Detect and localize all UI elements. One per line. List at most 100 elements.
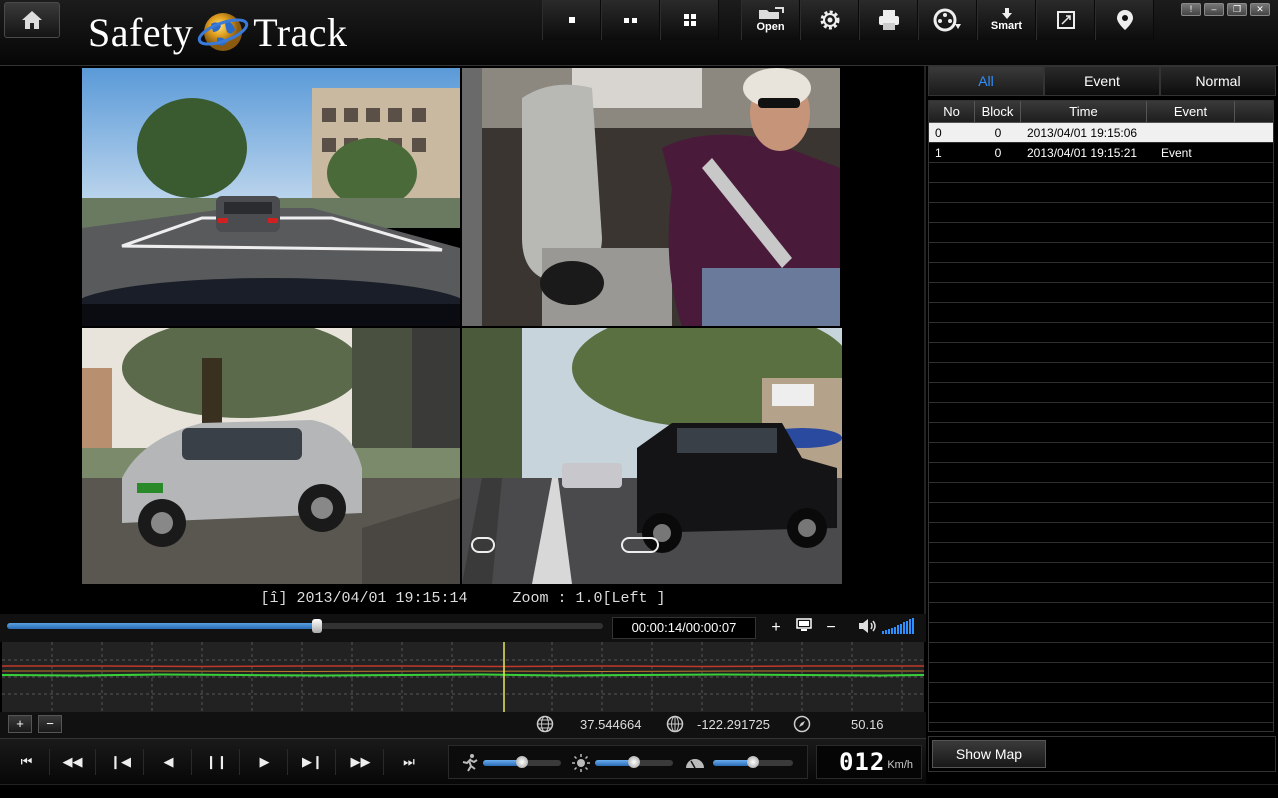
- column-header-extra: [1235, 101, 1273, 122]
- empty-table-row: [929, 543, 1273, 563]
- progress-row: 00:00:14/00:00:07 + −: [0, 614, 926, 642]
- camera-rear-view[interactable]: [462, 328, 842, 584]
- volume-slider-thumb[interactable]: [747, 756, 759, 768]
- brightness-slider[interactable]: [595, 756, 673, 768]
- table-row[interactable]: 0 0 2013/04/01 19:15:06: [929, 123, 1273, 143]
- skip-to-start-button[interactable]: ⏮: [4, 749, 50, 775]
- adjustment-sliders: [448, 745, 808, 779]
- gauge-icon: [686, 759, 704, 769]
- print-button[interactable]: [859, 0, 918, 40]
- column-header-no[interactable]: No: [929, 101, 975, 122]
- status-strip: [0, 784, 1278, 798]
- skip-to-end-button[interactable]: ⏭: [386, 749, 432, 775]
- gear-icon: [820, 10, 839, 30]
- logo-text-right: Track: [253, 9, 348, 55]
- info-button[interactable]: !: [1181, 3, 1201, 16]
- restore-button[interactable]: ❐: [1227, 3, 1247, 16]
- play-button[interactable]: ▶: [242, 749, 288, 775]
- empty-table-row: [929, 223, 1273, 243]
- printer-icon: [878, 10, 899, 30]
- open-button[interactable]: Open: [741, 0, 800, 40]
- pause-icon: ❙❙: [205, 754, 228, 769]
- backup-button[interactable]: [918, 0, 977, 40]
- zoom-out-button[interactable]: −: [822, 618, 840, 638]
- map-location-button[interactable]: [1095, 0, 1154, 40]
- pause-button[interactable]: ❙❙: [194, 749, 240, 775]
- fast-forward-icon: ▶▶: [350, 754, 371, 769]
- layout-4-button[interactable]: [660, 0, 719, 40]
- tab-all[interactable]: All: [928, 66, 1044, 96]
- empty-table-row: [929, 603, 1273, 623]
- longitude-value: -122.291725: [697, 717, 771, 732]
- cell-time: 2013/04/01 19:15:06: [1027, 126, 1138, 140]
- empty-table-row: [929, 403, 1273, 423]
- open-label: Open: [756, 21, 785, 33]
- sensor-graph-plot: [2, 642, 924, 712]
- film-reel-icon: [933, 8, 961, 32]
- column-header-time[interactable]: Time: [1021, 101, 1147, 122]
- tab-event[interactable]: Event: [1044, 66, 1160, 96]
- minimize-icon: –: [1211, 4, 1217, 14]
- zoom-in-button[interactable]: +: [767, 618, 785, 638]
- layout-2-button[interactable]: [601, 0, 660, 40]
- graph-orange-line: [2, 670, 924, 673]
- rewind-icon: ◀◀: [62, 754, 83, 769]
- show-map-button[interactable]: Show Map: [932, 740, 1046, 768]
- sensor-slider-thumb[interactable]: [516, 756, 528, 768]
- empty-table-row: [929, 423, 1273, 443]
- fast-rewind-button[interactable]: ◀◀: [50, 749, 96, 775]
- volume-button[interactable]: [856, 618, 878, 640]
- camera-side-view[interactable]: [82, 328, 460, 584]
- settings-button[interactable]: [800, 0, 859, 40]
- sensor-slider[interactable]: [483, 756, 561, 768]
- empty-table-row: [929, 243, 1273, 263]
- cell-extra: [1235, 123, 1273, 142]
- speaker-icon: [859, 619, 876, 633]
- smart-button[interactable]: Smart: [977, 0, 1036, 40]
- brightness-slider-thumb[interactable]: [628, 756, 640, 768]
- empty-table-row: [929, 303, 1273, 323]
- progress-track[interactable]: [7, 619, 603, 633]
- column-header-block[interactable]: Block: [975, 101, 1021, 122]
- volume-slider[interactable]: [713, 756, 793, 768]
- cell-event: Event: [1161, 146, 1192, 160]
- home-button[interactable]: [4, 2, 60, 38]
- close-button[interactable]: ✕: [1250, 3, 1270, 16]
- play-reverse-button[interactable]: ◀: [146, 749, 192, 775]
- graph-zoom-in-button[interactable]: +: [8, 715, 32, 733]
- table-row[interactable]: 1 0 2013/04/01 19:15:21 Event: [929, 143, 1273, 163]
- screen-button[interactable]: [795, 618, 813, 638]
- toolbar: Open Smart: [542, 0, 1154, 40]
- step-back-icon: ❙◀: [110, 754, 131, 769]
- camera-cabin-view[interactable]: [462, 68, 840, 326]
- minimize-button[interactable]: –: [1204, 3, 1224, 16]
- latitude-value: 37.544664: [580, 717, 642, 732]
- skip-start-icon: ⏮: [20, 754, 33, 769]
- column-header-event[interactable]: Event: [1147, 101, 1235, 122]
- sensor-graph[interactable]: [2, 642, 924, 712]
- smart-label: Smart: [990, 20, 1023, 32]
- gps-info-row: + − 37.544664 -122.291725 50.16: [0, 712, 926, 738]
- play-icon: ▶: [259, 754, 270, 769]
- progress-thumb[interactable]: [311, 619, 322, 633]
- graph-green-line: [2, 673, 924, 677]
- filter-tabs: All Event Normal: [928, 66, 1276, 96]
- fullscreen-button[interactable]: [1036, 0, 1095, 40]
- empty-table-row: [929, 443, 1273, 463]
- empty-table-row: [929, 283, 1273, 303]
- frame-forward-button[interactable]: ▶❙: [290, 749, 336, 775]
- longitude-globe-icon: [666, 715, 684, 733]
- cell-time: 2013/04/01 19:15:21: [1027, 146, 1138, 160]
- volume-level-meter[interactable]: [882, 618, 916, 640]
- tab-normal[interactable]: Normal: [1160, 66, 1276, 96]
- empty-rows: [929, 163, 1273, 723]
- graph-zoom-out-button[interactable]: −: [38, 715, 62, 733]
- camera-front-view[interactable]: [82, 68, 460, 326]
- latitude-globe-icon: [536, 715, 554, 733]
- frame-back-button[interactable]: ❙◀: [98, 749, 144, 775]
- volume-bars-icon: [882, 618, 914, 634]
- layout-1-button[interactable]: [542, 0, 601, 40]
- empty-table-row: [929, 343, 1273, 363]
- fast-forward-button[interactable]: ▶▶: [338, 749, 384, 775]
- folder-open-icon: [758, 7, 784, 19]
